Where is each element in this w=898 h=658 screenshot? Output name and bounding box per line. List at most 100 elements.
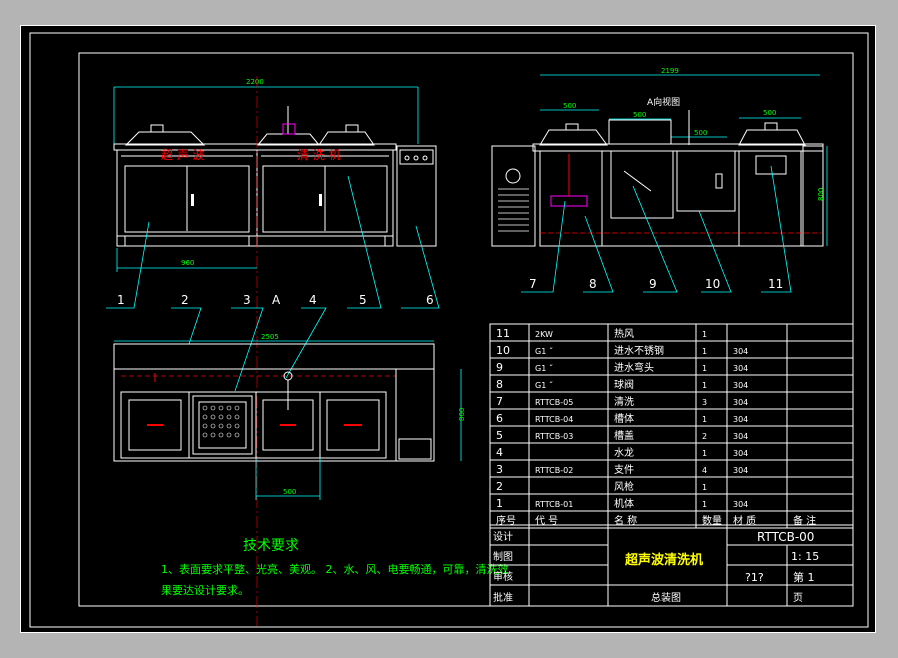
- top-view: 2505 500 800: [113, 333, 466, 500]
- bom-cell-qty: 1: [702, 347, 707, 356]
- bom-cell-no: 10: [496, 344, 510, 357]
- tb-title: 超声波清洗机: [625, 552, 703, 568]
- bom-cell-no: 8: [496, 378, 503, 391]
- bom-cell-qty: 1: [702, 330, 707, 339]
- bom-cell-code: RTTCB-03: [535, 432, 573, 441]
- bom-cell-no: 3: [496, 463, 503, 476]
- bom-table: 11 2KW 热风 110 G1 ˝ 进水不锈钢 1 3049 G1 ˝ 进水弯头 1 3048 G1 …: [489, 323, 854, 529]
- side-view-title: A向视图: [647, 96, 680, 108]
- bom-cell-no: 6: [496, 412, 503, 425]
- bom-cell-qty: 1: [702, 449, 707, 458]
- balloon-8: 8: [589, 277, 597, 291]
- outer-frame: [29, 32, 869, 628]
- bom-cell-name: 球阀: [614, 378, 634, 391]
- side-dim-500-a: 500: [563, 102, 576, 110]
- bom-cell-qty: 1: [702, 483, 707, 492]
- top-dim-500: 500: [283, 488, 296, 496]
- balloon-6: 6: [426, 293, 434, 307]
- bom-cell-no: 5: [496, 429, 503, 442]
- side-dim-500-b: 500: [633, 111, 646, 119]
- tech-req-line2: 果要达设计要求。: [161, 584, 249, 597]
- bom-cell-name: 风枪: [614, 480, 634, 493]
- tb-assembly: 总装图: [651, 591, 681, 604]
- bom-cell-name: 槽体: [614, 412, 634, 425]
- side-view: A向视图 2199 500 500 500 500 800: [491, 67, 828, 247]
- front-label-left: 超 声 波: [161, 147, 205, 162]
- balloon-3: 3: [243, 293, 251, 307]
- bom-cell-no: 1: [496, 497, 503, 510]
- bom-cell-name: 清洗: [614, 395, 634, 408]
- balloon-1: 1: [117, 293, 125, 307]
- bom-cell-no: 7: [496, 395, 503, 408]
- balloon-5: 5: [359, 293, 367, 307]
- bom-cell-name: 机体: [614, 497, 634, 510]
- bom-cell-name: 水龙: [614, 446, 634, 459]
- tb-scale: 1: 15: [791, 550, 819, 563]
- side-dim-500-c: 500: [694, 129, 707, 137]
- tb-weight: ?1?: [745, 571, 764, 584]
- bom-cell-name: 热风: [614, 327, 634, 340]
- side-dim-height: 800: [817, 188, 825, 201]
- front-label-right: 清 洗 机: [297, 148, 341, 162]
- balloon-9: 9: [649, 277, 657, 291]
- top-dim-overall: 2505: [261, 333, 279, 341]
- bom-cell-mat: 304: [733, 381, 748, 390]
- bom-cell-mat: 304: [733, 347, 748, 356]
- tech-req-line1: 1、表面要求平整、光亮、美观。 2、水、风、电要畅通，可靠，清洗效: [161, 562, 509, 576]
- bom-cell-mat: 304: [733, 415, 748, 424]
- bom-cell-no: 9: [496, 361, 503, 374]
- bom-cell-code: G1 ˝: [535, 380, 553, 390]
- title-block: 设计 制图 审核 批准 超声波清洗机 总装图 RTTCB-00 1: 15 ?1…: [489, 524, 854, 607]
- top-dim-height: 800: [458, 408, 466, 421]
- bom-cell-code: G1 ˝: [535, 346, 553, 356]
- bom-cell-name: 支件: [614, 464, 634, 476]
- bom-cell-code: 2KW: [535, 330, 553, 339]
- bom-cell-name: 进水不锈钢: [614, 344, 664, 357]
- tb-page: 页: [793, 592, 803, 604]
- balloons-right: [521, 165, 792, 293]
- balloons-left: [106, 175, 440, 392]
- tb-design: 设计: [493, 530, 513, 543]
- bom-cell-mat: 304: [733, 500, 748, 509]
- bom-cell-no: 2: [496, 480, 503, 493]
- bom-cell-code: G1 ˝: [535, 363, 553, 373]
- tb-sheet: 第 1: [793, 570, 815, 584]
- bom-cell-mat: 304: [733, 466, 748, 475]
- cad-canvas: 2200 超 声 波 清 洗 机 960 1 2 3 A 4 5 6 2505 …: [29, 32, 869, 628]
- bom-cell-code: RTTCB-04: [535, 415, 573, 424]
- tb-draw: 制图: [493, 550, 513, 563]
- bom-cell-name: 进水弯头: [614, 361, 654, 374]
- bom-cell-name: 槽盖: [614, 429, 634, 442]
- front-dim-overall: 2200: [246, 78, 264, 86]
- bom-cell-qty: 1: [702, 381, 707, 390]
- tech-req-title: 技术要求: [243, 538, 299, 554]
- balloon-7: 7: [529, 277, 537, 291]
- balloon-10: 10: [705, 277, 720, 291]
- bom-cell-qty: 1: [702, 500, 707, 509]
- balloon-11: 11: [768, 277, 783, 291]
- tb-drawing-no: RTTCB-00: [757, 530, 814, 544]
- bom-cell-code: RTTCB-05: [535, 398, 573, 407]
- bom-cell-no: 11: [496, 327, 510, 340]
- front-dim-leg: 960: [181, 259, 194, 267]
- bom-cell-qty: 1: [702, 364, 707, 373]
- side-dim-500-d: 500: [763, 109, 776, 117]
- drawing-sheet: 2200 超 声 波 清 洗 机 960 1 2 3 A 4 5 6 2505 …: [20, 25, 876, 633]
- side-dim-overall: 2199: [661, 67, 679, 75]
- bom-cell-code: RTTCB-01: [535, 500, 573, 509]
- bom-cell-no: 4: [496, 446, 503, 459]
- bom-cell-mat: 304: [733, 364, 748, 373]
- bom-cell-code: RTTCB-02: [535, 466, 573, 475]
- bom-cell-qty: 4: [702, 466, 707, 475]
- tb-check: 审核: [493, 570, 513, 583]
- tb-approve: 批准: [493, 591, 513, 604]
- balloon-2: 2: [181, 293, 189, 307]
- bom-cell-mat: 304: [733, 398, 748, 407]
- balloon-4: 4: [309, 293, 317, 307]
- bom-cell-qty: 2: [702, 432, 707, 441]
- bom-cell-qty: 3: [702, 398, 707, 407]
- bom-cell-qty: 1: [702, 415, 707, 424]
- section-mark-a: A: [272, 293, 281, 307]
- bom-cell-mat: 304: [733, 432, 748, 441]
- bom-cell-mat: 304: [733, 449, 748, 458]
